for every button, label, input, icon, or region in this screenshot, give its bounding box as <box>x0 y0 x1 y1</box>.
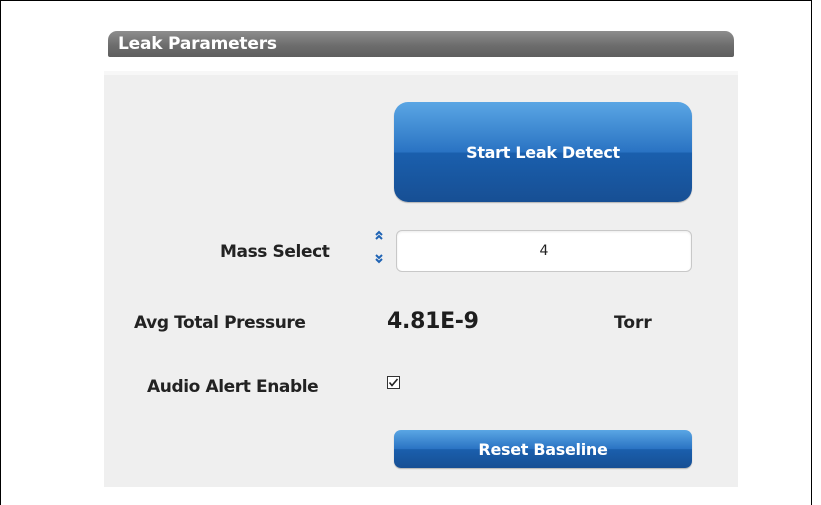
mass-select-input[interactable] <box>396 230 692 272</box>
avg-total-pressure-value: 4.81E-9 <box>387 309 479 334</box>
panel-title: Leak Parameters <box>108 31 734 57</box>
pressure-unit-label: Torr <box>614 313 652 333</box>
mass-select-label: Mass Select <box>220 242 330 262</box>
audio-alert-enable-label: Audio Alert Enable <box>147 377 319 397</box>
chevron-double-up-icon[interactable] <box>372 228 386 242</box>
audio-alert-checkbox[interactable] <box>387 376 400 389</box>
mass-select-spinner[interactable] <box>372 228 386 272</box>
avg-total-pressure-label: Avg Total Pressure <box>134 313 306 333</box>
checkmark-icon <box>388 378 399 387</box>
start-leak-detect-button[interactable]: Start Leak Detect <box>394 102 692 202</box>
chevron-double-down-icon[interactable] <box>372 252 386 266</box>
reset-baseline-button[interactable]: Reset Baseline <box>394 430 692 468</box>
